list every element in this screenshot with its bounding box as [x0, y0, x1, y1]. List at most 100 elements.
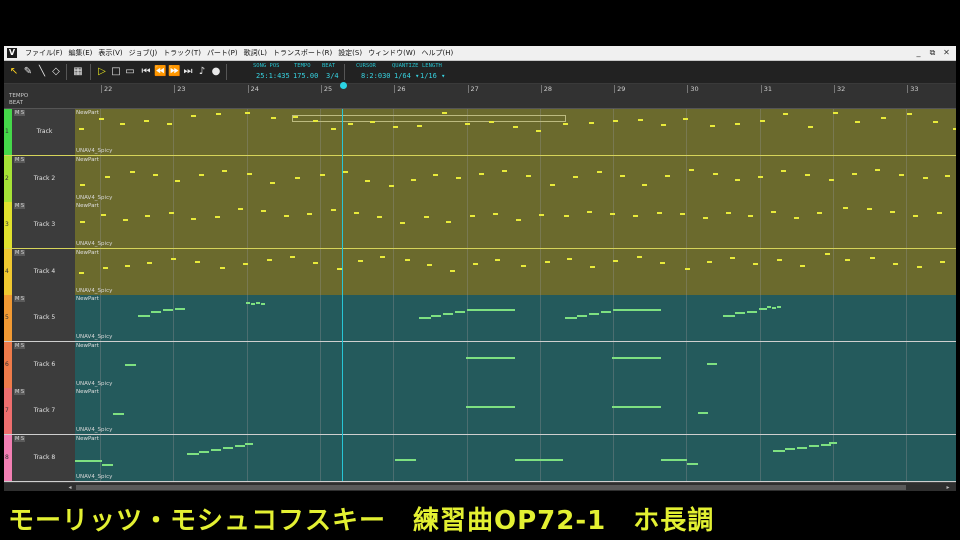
note[interactable]: [590, 265, 595, 268]
note[interactable]: [917, 265, 922, 268]
note[interactable]: [587, 211, 592, 213]
part-lane[interactable]: NewPart UNAV4_Spicy: [75, 388, 956, 434]
note[interactable]: [443, 313, 453, 315]
note[interactable]: [867, 208, 872, 210]
note[interactable]: [710, 125, 715, 127]
note[interactable]: [125, 264, 130, 267]
note[interactable]: [829, 441, 837, 444]
track-header[interactable]: 4 M S Track 4: [4, 248, 76, 295]
note[interactable]: [661, 124, 666, 126]
note[interactable]: [735, 123, 740, 125]
note[interactable]: [759, 308, 767, 310]
note[interactable]: [400, 222, 405, 224]
part-lane[interactable]: NewPart UNAV4_Spicy: [75, 155, 956, 202]
menu-item-2[interactable]: 表示(V): [95, 46, 125, 60]
note[interactable]: [348, 123, 353, 125]
note[interactable]: [199, 173, 204, 176]
note[interactable]: [890, 211, 895, 213]
note[interactable]: [169, 212, 174, 214]
note[interactable]: [235, 444, 245, 447]
note[interactable]: [222, 169, 227, 172]
note[interactable]: [760, 120, 765, 122]
note[interactable]: [713, 172, 718, 175]
note[interactable]: [937, 212, 942, 214]
restore-icon[interactable]: ⧉: [927, 47, 938, 58]
note[interactable]: [703, 217, 708, 219]
mute-solo-toggle[interactable]: M S: [14, 110, 26, 116]
rewind-icon[interactable]: ⏪: [154, 64, 166, 79]
note[interactable]: [187, 452, 199, 455]
note[interactable]: [147, 261, 152, 264]
note[interactable]: [589, 313, 599, 315]
note[interactable]: [370, 121, 375, 123]
note[interactable]: [633, 215, 638, 217]
note[interactable]: [393, 126, 398, 128]
note[interactable]: [817, 212, 822, 214]
note[interactable]: [243, 262, 248, 265]
note[interactable]: [79, 128, 84, 130]
track-row[interactable]: 4 M S Track 4 NewPart UNAV4_Spicy: [4, 248, 956, 296]
track-row[interactable]: 6 M S Track 6 NewPart UNAV4_Spicy: [4, 341, 956, 389]
note[interactable]: [933, 121, 938, 123]
note[interactable]: [612, 406, 661, 408]
note[interactable]: [113, 413, 124, 415]
menu-item-5[interactable]: パート(P): [204, 46, 241, 60]
note[interactable]: [456, 176, 461, 179]
note[interactable]: [220, 266, 225, 269]
note[interactable]: [723, 315, 735, 317]
track-row[interactable]: 1 M S Track NewPart UNAV4_Spicy: [4, 109, 956, 156]
note[interactable]: [805, 173, 810, 176]
note[interactable]: [565, 317, 577, 319]
note[interactable]: [377, 216, 382, 218]
note[interactable]: [395, 458, 416, 461]
rewind-start-icon[interactable]: ⏮: [140, 64, 152, 79]
note[interactable]: [550, 183, 555, 186]
note[interactable]: [875, 168, 880, 171]
note[interactable]: [855, 121, 860, 123]
note[interactable]: [829, 178, 834, 181]
note[interactable]: [777, 306, 781, 308]
note[interactable]: [772, 307, 776, 309]
note[interactable]: [331, 209, 336, 211]
menu-item-10[interactable]: ヘルプ(H): [418, 46, 456, 60]
note[interactable]: [199, 450, 209, 453]
note[interactable]: [665, 174, 670, 177]
quantize-select[interactable]: 1/64 ▾: [394, 72, 419, 80]
note[interactable]: [613, 120, 618, 122]
note[interactable]: [638, 119, 643, 121]
note[interactable]: [256, 302, 260, 304]
note[interactable]: [539, 214, 544, 216]
note[interactable]: [758, 175, 763, 178]
mute-solo-toggle[interactable]: M S: [14, 203, 26, 209]
note[interactable]: [238, 208, 243, 210]
minimize-icon[interactable]: _: [913, 47, 924, 58]
note[interactable]: [267, 258, 272, 261]
forward-end-icon[interactable]: ⏭: [182, 64, 194, 79]
note[interactable]: [320, 173, 325, 176]
note[interactable]: [466, 406, 515, 408]
track-row[interactable]: 5 M S Track 5 NewPart UNAV4_Spicy: [4, 295, 956, 342]
note[interactable]: [80, 183, 85, 186]
note[interactable]: [687, 462, 698, 465]
menu-item-7[interactable]: トランスポート(R): [270, 46, 335, 60]
note[interactable]: [516, 219, 521, 221]
timeline-ruler[interactable]: TEMPO BEAT 22 23 24 25 26 27 28 29 30 31 32 33: [4, 82, 956, 109]
note[interactable]: [620, 174, 625, 177]
note[interactable]: [175, 308, 185, 310]
note[interactable]: [612, 356, 661, 359]
note[interactable]: [610, 213, 615, 215]
note[interactable]: [940, 260, 945, 263]
note[interactable]: [781, 169, 786, 172]
note[interactable]: [419, 317, 431, 319]
note[interactable]: [753, 262, 758, 265]
note[interactable]: [211, 448, 221, 451]
menu-item-4[interactable]: トラック(T): [160, 46, 204, 60]
note[interactable]: [657, 212, 662, 214]
track-row[interactable]: 7 M S Track 7 NewPart UNAV4_Spicy: [4, 388, 956, 435]
track-header[interactable]: 3 M S Track 3: [4, 202, 76, 248]
note[interactable]: [726, 212, 731, 214]
note[interactable]: [251, 303, 255, 305]
note[interactable]: [216, 113, 221, 115]
note[interactable]: [833, 112, 838, 114]
note[interactable]: [313, 120, 318, 122]
